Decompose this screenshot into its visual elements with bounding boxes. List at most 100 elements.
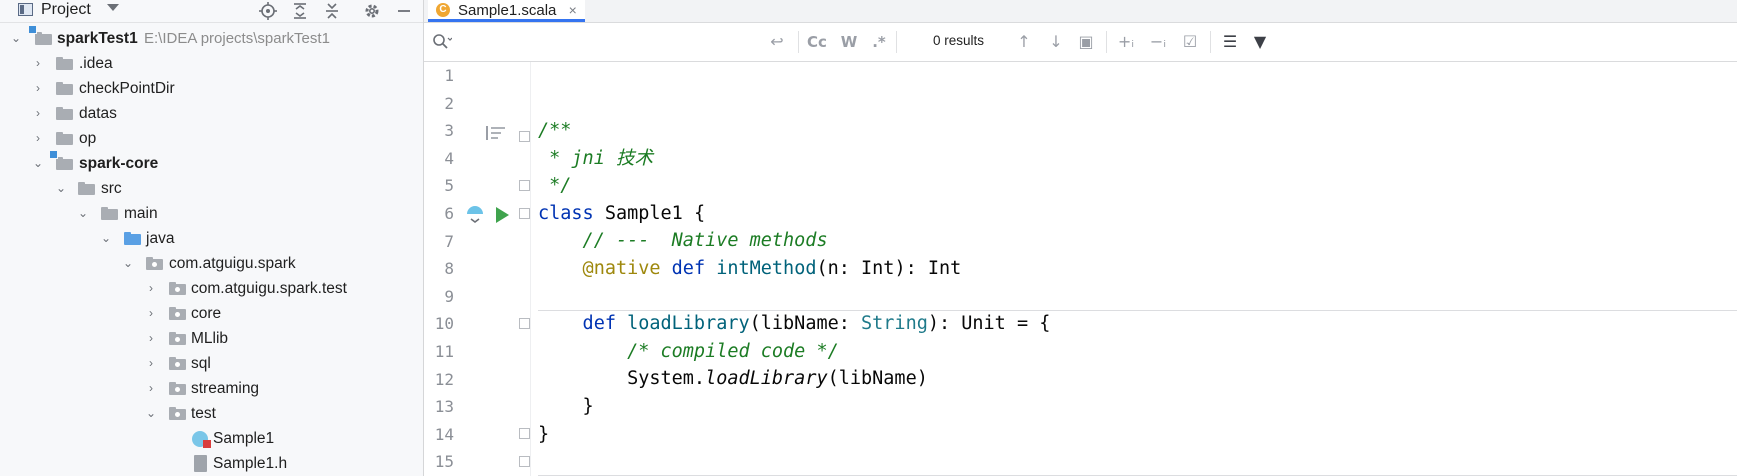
run-icon[interactable] xyxy=(494,206,510,224)
tree-item-sample1[interactable]: Sample1 xyxy=(0,426,423,451)
code-line-5: */ xyxy=(538,175,572,197)
chevron-right-icon[interactable]: › xyxy=(30,101,46,126)
chevron-down-icon[interactable] xyxy=(107,4,119,11)
fold-marker-icon[interactable] xyxy=(519,180,530,191)
tree-item-checkpointdir[interactable]: › checkPointDir xyxy=(0,76,423,101)
code-text: (libName: xyxy=(749,313,862,335)
project-icon xyxy=(18,3,33,16)
new-line-icon[interactable]: ↩ xyxy=(767,32,787,52)
chevron-right-icon[interactable]: › xyxy=(143,276,159,301)
chevron-right-icon[interactable]: › xyxy=(30,126,46,151)
tree-item-label: checkPointDir xyxy=(79,80,175,97)
chevron-down-icon[interactable]: ⌄ xyxy=(8,26,24,51)
add-occurrence-icon[interactable]: +ᵢ xyxy=(1116,32,1136,52)
fold-marker-icon[interactable] xyxy=(519,131,530,142)
tree-item-main[interactable]: ⌄ main xyxy=(0,201,423,226)
whole-words-button[interactable]: W xyxy=(839,32,859,52)
tree-item-label: sql xyxy=(191,355,211,372)
remove-occurrence-icon[interactable]: −ᵢ xyxy=(1148,32,1168,52)
close-icon[interactable]: × xyxy=(569,2,577,18)
minimize-icon[interactable] xyxy=(394,1,414,21)
tree-item-label: main xyxy=(124,205,158,222)
tree-item-idea[interactable]: › .idea xyxy=(0,51,423,76)
fold-marker-icon[interactable] xyxy=(519,456,530,467)
package-icon xyxy=(169,282,186,295)
tree-item-com-atguigu-spark[interactable]: ⌄ com.atguigu.spark xyxy=(0,251,423,276)
tree-item-label: .idea xyxy=(79,55,113,72)
tree-item-sql[interactable]: › sql xyxy=(0,351,423,376)
chevron-down-icon[interactable]: ⌄ xyxy=(75,201,91,226)
match-case-button[interactable]: Cc xyxy=(807,32,827,52)
scala-class-icon: C xyxy=(436,3,450,17)
regex-button[interactable]: .* xyxy=(869,32,889,52)
folder-icon xyxy=(56,82,73,95)
tree-item-label: src xyxy=(101,180,122,197)
chevron-down-icon[interactable]: ⌄ xyxy=(143,401,159,426)
select-all-occurrences-icon[interactable]: ▣ xyxy=(1076,32,1096,52)
code-text: Sample1 { xyxy=(593,202,706,224)
tree-item-datas[interactable]: › datas xyxy=(0,101,423,126)
tree-item-core[interactable]: › core xyxy=(0,301,423,326)
line-number: 2 xyxy=(444,93,454,113)
gear-icon[interactable] xyxy=(362,1,382,21)
chevron-right-icon[interactable]: › xyxy=(30,76,46,101)
chevron-right-icon[interactable]: › xyxy=(143,326,159,351)
line-number: 13 xyxy=(434,397,454,417)
gutter-divider xyxy=(530,62,531,476)
tree-item-com-atguigu-spark-test[interactable]: › com.atguigu.spark.test xyxy=(0,276,423,301)
search-icon[interactable] xyxy=(432,33,453,51)
code-line-14: } xyxy=(538,423,550,445)
code-line-3: /** xyxy=(538,120,572,141)
tree-item-src[interactable]: ⌄ src xyxy=(0,176,423,201)
tree-item-mllib[interactable]: › MLlib xyxy=(0,326,423,351)
package-icon xyxy=(169,407,186,420)
code-line-4: * jni 技术 xyxy=(538,147,653,169)
project-tool-window: Project ⌄ sparkTest1 E:\IDEA projects\sp… xyxy=(0,0,424,476)
chevron-right-icon[interactable]: › xyxy=(143,376,159,401)
fold-marker-icon[interactable] xyxy=(519,208,530,219)
tree-item-spark-core[interactable]: ⌄ spark-core xyxy=(0,150,423,176)
native-marker-icon[interactable] xyxy=(465,205,485,225)
chevron-right-icon[interactable]: › xyxy=(143,351,159,376)
chevron-down-icon[interactable]: ⌄ xyxy=(120,251,136,276)
tree-item-sample1-h[interactable]: Sample1.h xyxy=(0,451,423,476)
package-icon xyxy=(169,332,186,345)
locate-icon[interactable] xyxy=(258,1,278,21)
tree-item-label: datas xyxy=(79,105,117,122)
search-input[interactable] xyxy=(460,31,774,55)
code-text: ): Unit = { xyxy=(927,313,1051,335)
tree-item-test[interactable]: ⌄ test xyxy=(0,401,423,426)
filter-search-results-icon[interactable]: ☰ xyxy=(1220,32,1240,52)
project-header: Project xyxy=(0,0,423,23)
chevron-down-icon[interactable]: ⌄ xyxy=(98,226,114,251)
render-doc-icon[interactable] xyxy=(486,126,506,140)
scala-class-icon xyxy=(192,431,211,448)
chevron-right-icon[interactable]: › xyxy=(143,301,159,326)
chevron-down-icon[interactable]: ⌄ xyxy=(30,151,46,176)
static-method: loadLibrary xyxy=(705,368,828,390)
tree-item-label: test xyxy=(191,405,216,422)
filter-icon[interactable]: ▼ xyxy=(1250,32,1270,52)
module-folder-icon xyxy=(49,150,73,170)
project-title[interactable]: Project xyxy=(41,0,91,20)
collapse-all-icon[interactable] xyxy=(322,1,342,21)
fold-marker-icon[interactable] xyxy=(519,428,530,439)
folder-icon xyxy=(56,132,73,145)
fold-marker-icon[interactable] xyxy=(519,318,530,329)
tree-item-label: com.atguigu.spark xyxy=(169,255,296,272)
tree-item-sparktest1[interactable]: ⌄ sparkTest1 E:\IDEA projects\sparkTest1 xyxy=(0,25,423,51)
previous-occurrence-icon[interactable]: ↑ xyxy=(1014,32,1034,52)
tree-item-op[interactable]: › op xyxy=(0,126,423,151)
next-occurrence-icon[interactable]: ↓ xyxy=(1046,32,1066,52)
annotation: @native xyxy=(538,258,661,279)
tab-sample1-scala[interactable]: C Sample1.scala × xyxy=(428,0,585,22)
package-icon xyxy=(146,257,163,270)
line-number: 9 xyxy=(444,286,454,306)
tree-item-label: op xyxy=(79,130,97,147)
tree-item-streaming[interactable]: › streaming xyxy=(0,376,423,401)
chevron-down-icon[interactable]: ⌄ xyxy=(53,176,69,201)
select-all-in-selection-icon[interactable]: ☑ xyxy=(1180,32,1200,52)
chevron-right-icon[interactable]: › xyxy=(30,51,46,76)
tree-item-java[interactable]: ⌄ java xyxy=(0,226,423,251)
expand-all-icon[interactable] xyxy=(290,1,310,21)
